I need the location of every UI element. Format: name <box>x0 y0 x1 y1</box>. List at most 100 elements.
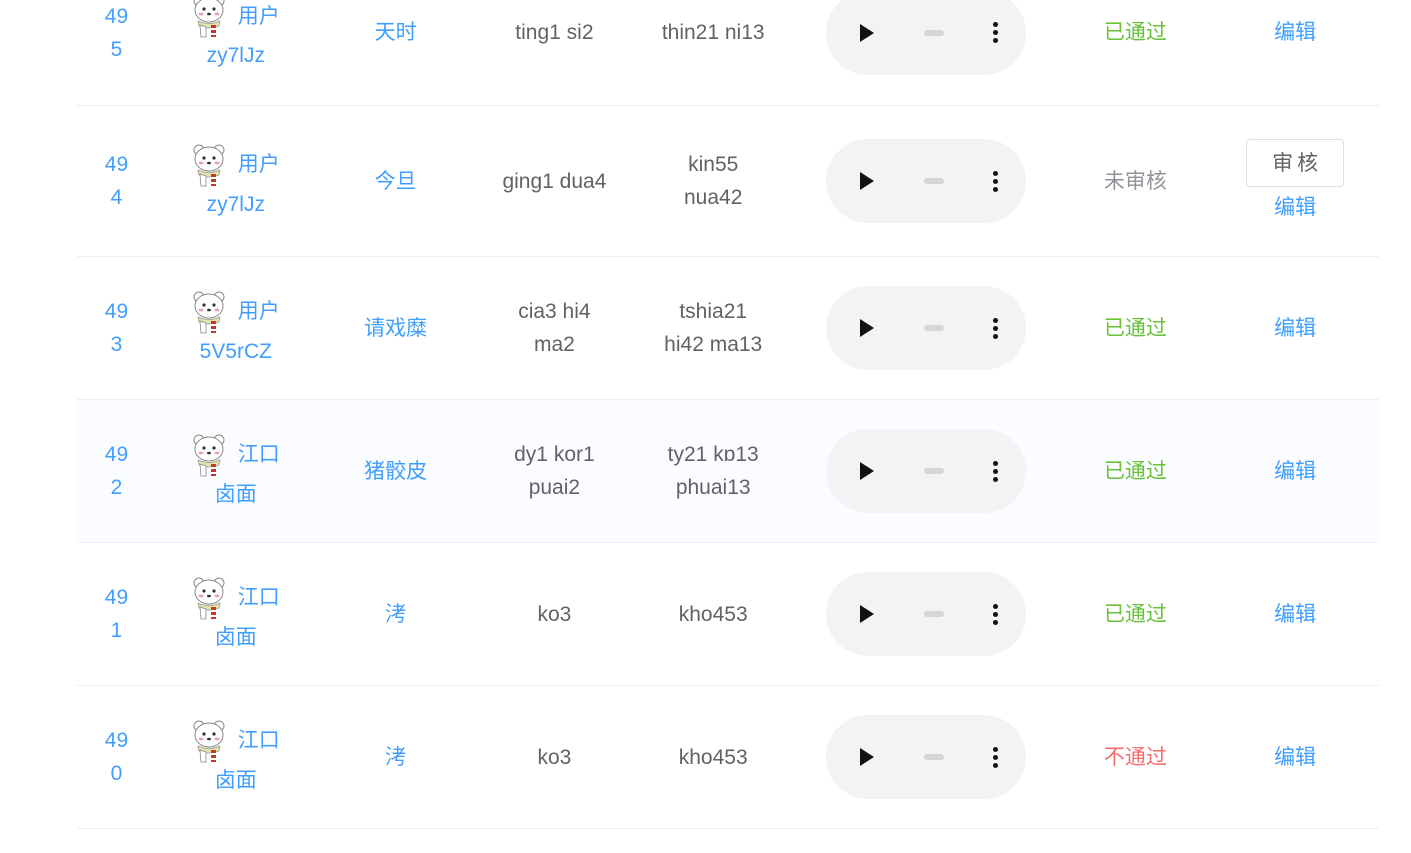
record-id: 49 0 <box>77 724 156 790</box>
user-cell[interactable]: 用户 zy7lJz <box>156 142 316 221</box>
pinyin-cell: ging1 dua4 <box>476 165 634 198</box>
record-id-part: 49 <box>104 300 129 323</box>
user-cell[interactable]: 用户 zy7lJz <box>156 0 316 72</box>
romanization-line: kin55 <box>688 153 739 176</box>
user-name-suffix[interactable]: 卤面 <box>215 764 257 797</box>
word-link[interactable]: 洘 <box>316 598 476 631</box>
operation-cell: 编辑 <box>1211 312 1379 345</box>
word-text[interactable]: 洘 <box>385 741 406 774</box>
user-name[interactable]: 江口 <box>238 724 280 757</box>
romanization-cell: ty21 kɒ13 phuai13 <box>633 438 793 504</box>
pinyin-cell: ting1 si2 <box>476 16 634 49</box>
audio-player[interactable] <box>826 715 1027 799</box>
play-icon[interactable] <box>860 748 875 766</box>
audio-cell <box>793 286 1059 370</box>
user-cell[interactable]: 江口 卤面 <box>156 432 316 511</box>
record-id: 49 5 <box>77 0 156 66</box>
edit-link[interactable]: 编辑 <box>1274 191 1316 224</box>
bear-avatar-icon <box>193 291 225 333</box>
word-link[interactable]: 请戏糜 <box>316 312 476 345</box>
word-text[interactable]: 今旦 <box>375 165 417 198</box>
play-icon[interactable] <box>860 172 875 190</box>
romanization-cell: thin21 ni13 <box>633 16 793 49</box>
word-link[interactable]: 猪骹皮 <box>316 455 476 488</box>
romanization-cell: kho453 <box>633 598 793 631</box>
user-name-suffix[interactable]: zy7lJz <box>207 39 265 72</box>
word-text[interactable]: 洘 <box>385 598 406 631</box>
table-row: 49 4 用户 zy7lJz 今旦 ging1 dua4 kin55 nua42 未审核… <box>77 106 1379 257</box>
audio-cell <box>793 0 1059 75</box>
more-vert-icon[interactable] <box>993 603 999 625</box>
user-name[interactable]: 江口 <box>238 581 280 614</box>
word-text[interactable]: 天时 <box>375 16 417 49</box>
audio-progress-bar[interactable] <box>923 178 944 184</box>
audio-progress-bar[interactable] <box>923 325 944 331</box>
play-icon[interactable] <box>860 605 875 623</box>
romanization-cell: kin55 nua42 <box>633 148 793 214</box>
operation-cell: 编辑 <box>1211 455 1379 488</box>
pinyin-cell: cia3 hi4 ma2 <box>476 295 634 361</box>
table-row: 49 2 江口 卤面 猪骹皮 dy1 kor1 puai2 ty21 kɒ13 phuai… <box>77 400 1379 543</box>
status-text: 已通过 <box>1059 598 1211 631</box>
record-id-part: 49 <box>104 586 129 609</box>
edit-link[interactable]: 编辑 <box>1274 455 1316 488</box>
audio-player[interactable] <box>826 572 1027 656</box>
table-row: 49 0 江口 卤面 洘 ko3 kho453 不通过 编辑 <box>77 686 1379 829</box>
more-vert-icon[interactable] <box>993 22 999 43</box>
record-id-part: 1 <box>110 619 123 642</box>
audio-player[interactable] <box>826 0 1027 75</box>
romanization-line: kho453 <box>678 602 748 626</box>
user-cell[interactable]: 江口 卤面 <box>156 718 316 797</box>
user-cell[interactable]: 江口 卤面 <box>156 575 316 654</box>
audio-progress-bar[interactable] <box>923 611 944 617</box>
status-label: 不通过 <box>1103 745 1167 769</box>
edit-link[interactable]: 编辑 <box>1274 16 1316 49</box>
operation-cell: 审核 编辑 <box>1211 138 1379 224</box>
play-icon[interactable] <box>860 462 875 480</box>
user-cell[interactable]: 用户 5V5rCZ <box>156 289 316 368</box>
record-id-part: 3 <box>110 333 123 356</box>
user-name[interactable]: 江口 <box>238 438 280 471</box>
user-name-suffix[interactable]: 卤面 <box>215 621 257 654</box>
record-id-part: 49 <box>104 4 129 28</box>
user-name[interactable]: 用户 <box>238 0 280 33</box>
user-name[interactable]: 用户 <box>238 148 280 181</box>
word-text[interactable]: 请戏糜 <box>364 312 427 345</box>
audio-player[interactable] <box>826 286 1027 370</box>
record-id: 49 1 <box>77 581 156 647</box>
romanization-cell: tshia21 hi42 ma13 <box>633 295 793 361</box>
user-name[interactable]: 用户 <box>238 295 280 328</box>
more-vert-icon[interactable] <box>993 746 999 768</box>
audio-player[interactable] <box>826 429 1027 513</box>
word-link[interactable]: 今旦 <box>316 165 476 198</box>
audio-cell <box>793 429 1059 513</box>
user-name-suffix[interactable]: 卤面 <box>215 478 257 511</box>
edit-link[interactable]: 编辑 <box>1274 741 1316 774</box>
play-icon[interactable] <box>860 23 875 42</box>
user-name-suffix[interactable]: zy7lJz <box>207 188 265 221</box>
more-vert-icon[interactable] <box>993 170 999 192</box>
pinyin-line: cia3 hi4 <box>518 300 591 323</box>
user-name-suffix[interactable]: 5V5rCZ <box>200 335 272 368</box>
edit-link[interactable]: 编辑 <box>1274 312 1316 345</box>
word-link[interactable]: 洘 <box>316 741 476 774</box>
word-text[interactable]: 猪骹皮 <box>364 455 427 488</box>
status-label: 未审核 <box>1103 169 1167 193</box>
audit-button[interactable]: 审核 <box>1246 138 1345 187</box>
word-link[interactable]: 天时 <box>316 16 476 49</box>
romanization-line: phuai13 <box>675 476 751 499</box>
audio-progress-bar[interactable] <box>923 29 944 36</box>
more-vert-icon[interactable] <box>993 460 999 482</box>
edit-link[interactable]: 编辑 <box>1274 598 1316 631</box>
audio-cell <box>793 715 1059 799</box>
status-text: 未审核 <box>1059 165 1211 198</box>
status-text: 已通过 <box>1059 312 1211 345</box>
pinyin-line: ma2 <box>533 333 575 356</box>
play-icon[interactable] <box>860 319 875 337</box>
audio-progress-bar[interactable] <box>923 754 944 760</box>
audio-player[interactable] <box>826 139 1027 223</box>
audio-progress-bar[interactable] <box>923 468 944 474</box>
bear-avatar-icon <box>193 0 225 38</box>
pinyin-line: ko3 <box>537 745 572 769</box>
more-vert-icon[interactable] <box>993 317 999 339</box>
